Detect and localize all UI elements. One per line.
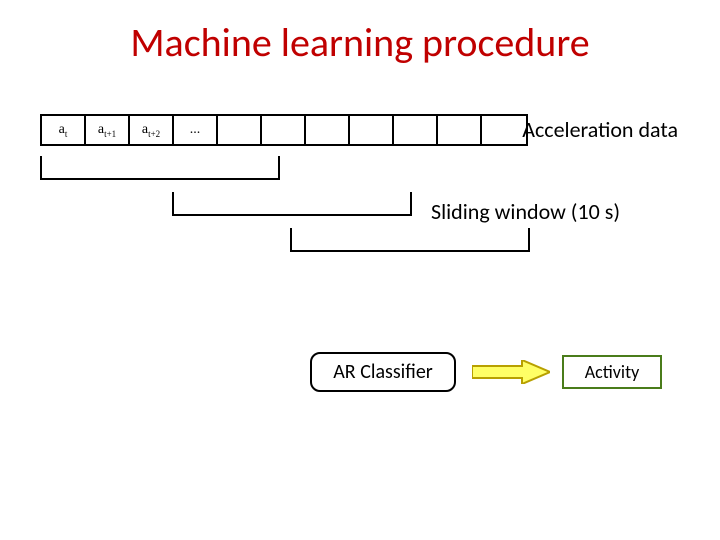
- acceleration-data-label: Acceleration data: [522, 116, 678, 143]
- data-cell-a-t: at: [42, 116, 86, 144]
- data-cell-a-t1: at+1: [86, 116, 130, 144]
- data-cell-empty: [438, 116, 482, 144]
- sliding-window-label: Sliding window (10 s): [431, 198, 620, 225]
- data-cell-empty: [482, 116, 526, 144]
- window-bracket-1: [40, 156, 280, 180]
- data-cell-ellipsis: ...: [174, 116, 218, 144]
- data-cell-empty: [350, 116, 394, 144]
- window-bracket-2: [172, 192, 412, 216]
- ar-classifier-box: AR Classifier: [310, 352, 456, 392]
- data-cell-a-t2: at+2: [130, 116, 174, 144]
- window-bracket-3: [290, 228, 530, 252]
- activity-box: Activity: [562, 355, 662, 389]
- data-cell-empty: [394, 116, 438, 144]
- data-cell-empty: [218, 116, 262, 144]
- slide-title: Machine learning procedure: [0, 18, 720, 67]
- data-samples-row: at at+1 at+2 ...: [40, 114, 528, 146]
- data-cell-empty: [306, 116, 350, 144]
- arrow-icon: [472, 360, 550, 384]
- data-cell-empty: [262, 116, 306, 144]
